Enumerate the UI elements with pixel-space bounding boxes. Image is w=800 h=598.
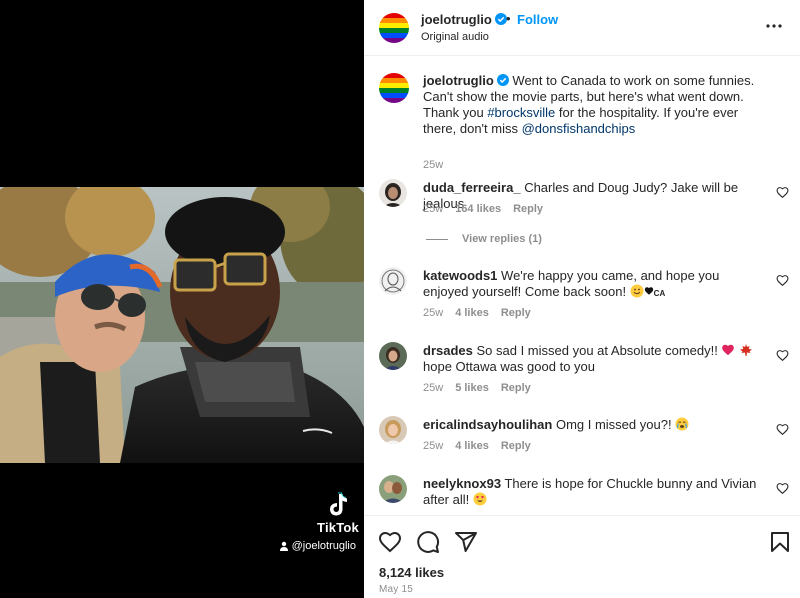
maple-leaf-emoji-icon (740, 344, 753, 356)
mention-link[interactable]: @donsfishandchips (522, 121, 636, 136)
commenter-username[interactable]: drsades (423, 343, 473, 358)
heart-icon[interactable] (776, 274, 789, 287)
reply-button[interactable]: Reply (501, 440, 531, 452)
hashtag-link[interactable]: #brocksville (487, 105, 555, 120)
follow-button[interactable]: Follow (517, 12, 558, 27)
flag-emoji-text: CA (653, 289, 666, 298)
post-media[interactable]: TikTok @joelotruglio (0, 0, 364, 598)
bookmark-icon[interactable] (768, 530, 792, 554)
action-bar (378, 530, 478, 554)
commenter-avatar[interactable] (379, 342, 407, 370)
caption-age[interactable]: 25w (423, 159, 443, 171)
comment-text: katewoods1 We're happy you came, and hop… (423, 268, 766, 302)
commenter-avatar[interactable] (379, 179, 407, 207)
comment-likes[interactable]: 5 likes (455, 382, 489, 394)
heart-icon[interactable] (776, 482, 789, 495)
heart-icon[interactable] (776, 423, 789, 436)
more-options-icon[interactable] (764, 16, 784, 36)
comment-body-part-2: hope Ottawa was good to you (423, 359, 596, 374)
smiling-face-emoji-icon (630, 284, 644, 298)
author-username-text[interactable]: joelotruglio (421, 12, 492, 27)
comment-meta: 25w 4 likes Reply (423, 307, 531, 319)
comment-age[interactable]: 25w (423, 440, 443, 452)
verified-badge-icon (496, 74, 509, 86)
commenter-username[interactable]: katewoods1 (423, 268, 497, 283)
comment-icon[interactable] (416, 530, 440, 554)
view-replies-label[interactable]: View replies (1) (462, 233, 542, 245)
comment-likes[interactable]: 164 likes (455, 203, 501, 215)
reply-button[interactable]: Reply (501, 382, 531, 394)
comment-meta: 25w 5 likes Reply (423, 382, 531, 394)
verified-badge-icon (494, 13, 507, 25)
red-heart-emoji-icon (722, 344, 735, 356)
caption-author-avatar[interactable] (379, 73, 409, 103)
tiktok-logo-icon (330, 492, 347, 516)
view-replies-line (426, 238, 448, 240)
caption-text: joelotruglio Went to Canada to work on s… (423, 73, 766, 137)
author-username[interactable]: joelotruglio (421, 12, 507, 27)
post-date[interactable]: May 15 (379, 584, 413, 595)
commenter-username[interactable]: neelyknox93 (423, 476, 501, 491)
tiktok-watermark: TikTok (316, 492, 360, 535)
commenter-avatar[interactable] (379, 416, 407, 444)
comments-section[interactable]: joelotruglio Went to Canada to work on s… (364, 57, 800, 515)
commenter-username[interactable]: ericalindsayhoulihan (423, 417, 552, 432)
caption-author[interactable]: joelotruglio (423, 73, 494, 88)
comment-body: Omg I missed you?! (555, 417, 676, 432)
author-avatar[interactable] (379, 13, 409, 43)
heart-eyes-emoji-icon (473, 492, 487, 506)
share-icon[interactable] (454, 530, 478, 554)
reply-button[interactable]: Reply (501, 307, 531, 319)
comment-text: neelyknox93 There is hope for Chuckle bu… (423, 476, 766, 508)
post-detail-panel: joelotruglio • Follow Original audio joe… (364, 0, 800, 598)
commenter-avatar[interactable] (379, 267, 407, 295)
heart-icon[interactable] (378, 530, 402, 554)
commenter-username[interactable]: duda_ferreeira_ (423, 180, 521, 195)
tiktok-handle-text: @joelotruglio (291, 540, 356, 552)
caption-meta: 25w (423, 159, 443, 171)
comment-body-part-1: So sad I missed you at Absolute comedy!! (476, 343, 722, 358)
comment-meta: 25w 164 likes Reply (423, 203, 543, 215)
crying-face-emoji-icon (675, 417, 689, 431)
comment-meta: 25w 4 likes Reply (423, 440, 531, 452)
heart-icon[interactable] (776, 349, 789, 362)
comment-text: drsades So sad I missed you at Absolute … (423, 343, 766, 375)
tiktok-handle: @joelotruglio (279, 540, 356, 552)
tiktok-brand-label: TikTok (317, 520, 359, 535)
black-heart-emoji-icon (644, 287, 653, 295)
comment-age[interactable]: 25w (423, 382, 443, 394)
comment-text: ericalindsayhoulihan Omg I missed you?! (423, 417, 766, 433)
comment-age[interactable]: 25w (423, 203, 443, 215)
header-separator: • (506, 11, 511, 26)
post-photo (0, 187, 364, 463)
comment-likes[interactable]: 4 likes (455, 440, 489, 452)
commenter-avatar[interactable] (379, 475, 407, 503)
reply-button[interactable]: Reply (513, 203, 543, 215)
view-replies-button[interactable]: View replies (1) (426, 233, 542, 245)
heart-icon[interactable] (776, 186, 789, 199)
likes-count[interactable]: 8,124 likes (379, 565, 444, 580)
user-icon (279, 541, 288, 551)
comment-age[interactable]: 25w (423, 307, 443, 319)
post-footer: 8,124 likes May 15 (364, 515, 800, 598)
comment-likes[interactable]: 4 likes (455, 307, 489, 319)
post-header: joelotruglio • Follow Original audio (364, 0, 800, 56)
audio-label[interactable]: Original audio (421, 31, 489, 43)
